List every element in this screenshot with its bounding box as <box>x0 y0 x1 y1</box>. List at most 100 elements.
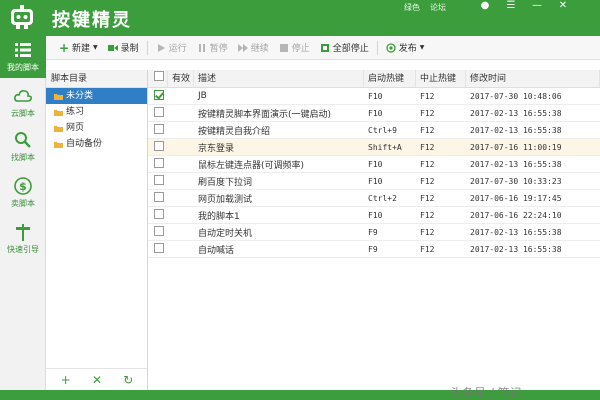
col-valid[interactable]: 有效 <box>168 70 194 87</box>
tree-item[interactable]: 未分类 <box>46 88 147 104</box>
row-select-cell <box>148 123 168 137</box>
resume-label: 继续 <box>250 44 269 54</box>
stop-icon <box>279 43 288 52</box>
new-button[interactable]: + 新建 ▼ <box>54 38 103 58</box>
row-checkbox[interactable] <box>154 89 164 100</box>
tree-item[interactable]: 网页 <box>46 120 147 136</box>
nav-label: 云脚本 <box>11 109 35 118</box>
resume-button[interactable]: 继续 <box>233 38 274 58</box>
app-title: 按键精灵 <box>52 10 132 31</box>
start-hotkey-cell: F10 <box>368 210 383 220</box>
window-controls: ● ☰ — ✕ <box>480 0 568 11</box>
nav-label: 卖脚本 <box>11 199 35 208</box>
start-hotkey-cell: F10 <box>368 176 383 186</box>
table-row[interactable]: 刷百度下拉词 F10 F12 2017-07-30 10:33:23 <box>148 173 600 190</box>
robot-logo-icon <box>11 5 33 29</box>
row-checkbox[interactable] <box>154 140 164 151</box>
chevron-down-icon: ▼ <box>419 44 425 51</box>
plus-icon: + <box>59 40 70 55</box>
delete-folder-icon[interactable]: ✕ <box>92 373 102 387</box>
add-folder-icon[interactable]: + <box>61 373 71 387</box>
description-cell: 刷百度下拉词 <box>198 177 253 188</box>
modified-time-cell: 2017-02-13 16:55:38 <box>470 227 562 237</box>
table-row[interactable]: 自动喊话 F9 F12 2017-02-13 16:55:38 <box>148 241 600 258</box>
publish-button[interactable]: 发布 ▼ <box>381 38 430 58</box>
toolbar: + 新建 ▼ 录制 运行 暂停 继续 停止 全部停止 发布 ▼ <box>46 36 600 60</box>
nav-label: 找脚本 <box>11 153 35 162</box>
menu-icon[interactable]: ☰ <box>506 0 516 11</box>
tree-item[interactable]: 练习 <box>46 104 147 120</box>
play-icon <box>157 43 165 52</box>
col-modified-time[interactable]: 修改时间 <box>466 70 600 87</box>
col-start-hotkey[interactable]: 启动热键 <box>364 70 416 87</box>
table-row[interactable]: 按键精灵脚本界面演示(一键启动) F10 F12 2017-02-13 16:55:3… <box>148 105 600 122</box>
record-button[interactable]: 录制 <box>103 38 144 58</box>
toolbar-divider <box>376 40 378 55</box>
stop-hotkey-cell: F12 <box>420 244 435 254</box>
start-hotkey-cell: Ctrl+9 <box>368 125 397 135</box>
tree-header: 脚本目录 <box>46 70 147 88</box>
row-checkbox[interactable] <box>154 191 164 202</box>
signpost-icon <box>16 224 30 241</box>
row-checkbox[interactable] <box>154 106 164 117</box>
row-select-cell <box>148 208 168 222</box>
table-row[interactable]: 自动定时关机 F9 F12 2017-02-13 16:55:38 <box>148 224 600 241</box>
folder-icon <box>54 141 63 148</box>
stop-hotkey-cell: F12 <box>420 125 435 135</box>
close-icon[interactable]: ✕ <box>558 0 568 11</box>
row-checkbox[interactable] <box>154 174 164 185</box>
col-description[interactable]: 描述 <box>194 70 364 87</box>
row-checkbox[interactable] <box>154 242 164 253</box>
row-checkbox[interactable] <box>154 157 164 168</box>
stop-all-icon <box>320 43 329 52</box>
tree-item-label: 未分类 <box>66 91 94 101</box>
stop-hotkey-cell: F12 <box>420 227 435 237</box>
col-stop-hotkey[interactable]: 中止热键 <box>416 70 466 87</box>
title-link-0[interactable]: 绿色 <box>404 2 420 13</box>
list-icon <box>15 43 31 57</box>
description-cell: 按键精灵脚本界面演示(一键启动) <box>198 109 332 120</box>
chevron-down-icon: ▼ <box>93 44 98 51</box>
stop-button[interactable]: 停止 <box>274 38 315 58</box>
help-icon[interactable]: ● <box>480 0 490 11</box>
start-hotkey-cell: F10 <box>368 108 383 118</box>
select-all-checkbox[interactable] <box>154 71 164 81</box>
table-row[interactable]: 按键精灵自我介绍 Ctrl+9 F12 2017-02-13 16:55:38 <box>148 122 600 139</box>
watermark: 头条号 / 笔记 <box>450 386 522 400</box>
refresh-icon[interactable]: ↻ <box>123 373 133 387</box>
row-checkbox[interactable] <box>154 123 164 134</box>
camera-icon <box>107 44 118 51</box>
title-link-1[interactable]: 论坛 <box>430 2 446 13</box>
start-hotkey-cell: Shift+A <box>368 142 402 152</box>
table-row[interactable]: 京东登录 Shift+A F12 2017-07-16 11:00:19 <box>148 139 600 156</box>
stop-hotkey-cell: F12 <box>420 108 435 118</box>
cloud-icon <box>14 90 32 102</box>
folder-icon <box>54 109 63 116</box>
script-table: 有效 描述 启动热键 中止热键 修改时间 JB F10 F12 2017-07-30 … <box>148 70 600 390</box>
nav-quick-guide[interactable]: 快速引导 <box>0 218 46 260</box>
dollar-icon: $ <box>14 177 32 195</box>
table-row[interactable]: 我的脚本1 F10 F12 2017-06-16 22:24:10 <box>148 207 600 224</box>
start-hotkey-cell: F10 <box>368 91 383 101</box>
select-all-cell[interactable] <box>148 70 168 87</box>
table-row[interactable]: 鼠标左键连点器(可调频率) F10 F12 2017-02-13 16:55:38 <box>148 156 600 173</box>
nav-my-scripts[interactable]: 我的脚本 <box>0 36 46 78</box>
modified-time-cell: 2017-02-13 16:55:38 <box>470 244 562 254</box>
nav-sell-scripts[interactable]: $ 卖脚本 <box>0 172 46 214</box>
nav-cloud-scripts[interactable]: 云脚本 <box>0 82 46 124</box>
minimize-icon[interactable]: — <box>532 0 542 11</box>
run-button[interactable]: 运行 <box>151 38 192 58</box>
table-row[interactable]: JB F10 F12 2017-07-30 10:48:06 <box>148 88 600 105</box>
row-checkbox[interactable] <box>154 208 164 219</box>
stop-label: 停止 <box>291 44 310 54</box>
nav-find-scripts[interactable]: 找脚本 <box>0 126 46 168</box>
row-select-cell <box>148 157 168 171</box>
pause-label: 暂停 <box>209 44 228 54</box>
tree-item-label: 自动备份 <box>66 139 103 149</box>
pause-button[interactable]: 暂停 <box>192 38 233 58</box>
row-checkbox[interactable] <box>154 225 164 236</box>
title-bar: 按键精灵 绿色 论坛 ● ☰ — ✕ <box>0 0 600 36</box>
table-row[interactable]: 网页加载测试 Ctrl+2 F12 2017-06-16 19:17:45 <box>148 190 600 207</box>
tree-item[interactable]: 自动备份 <box>46 136 147 152</box>
stop-all-button[interactable]: 全部停止 <box>315 38 374 58</box>
